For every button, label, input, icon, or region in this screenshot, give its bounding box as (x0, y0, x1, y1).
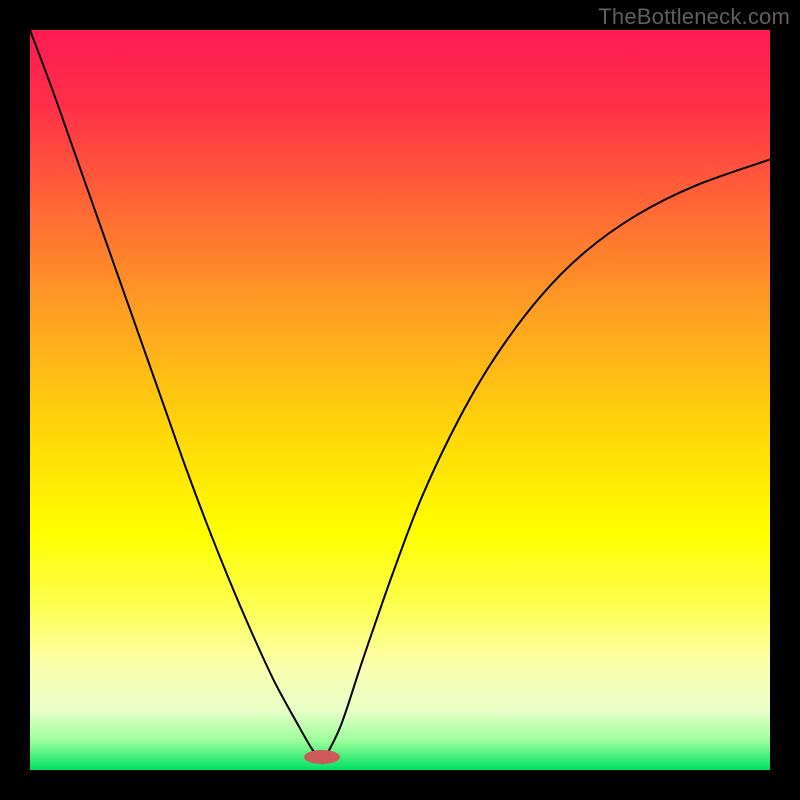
optimal-marker (304, 750, 340, 764)
gradient-background (30, 30, 770, 770)
bottleneck-chart (30, 30, 770, 770)
watermark-text: TheBottleneck.com (598, 4, 790, 30)
outer-frame: TheBottleneck.com (0, 0, 800, 800)
